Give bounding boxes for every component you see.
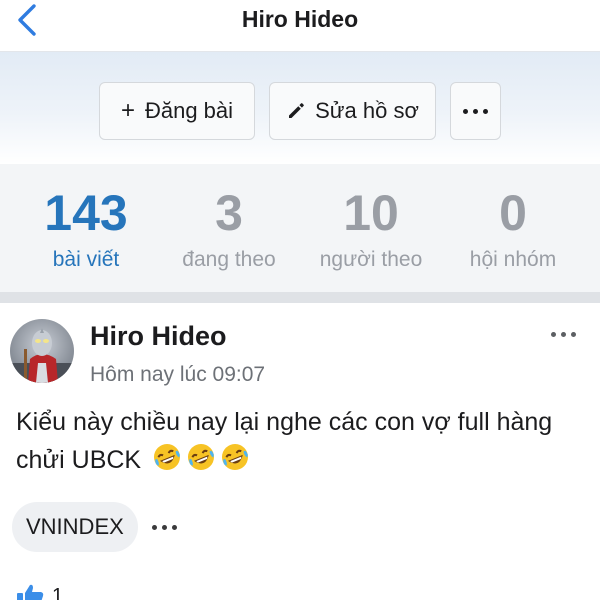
post-content: Kiểu này chiều nay lại nghe các con vợ f… (16, 403, 586, 483)
stat-label: hội nhóm (469, 248, 557, 271)
section-divider (0, 292, 600, 303)
profile-actions: + Đăng bài Sửa hồ sơ (0, 52, 600, 164)
rolling-on-floor-laughing-emoji (186, 442, 216, 483)
more-horizontal-icon (550, 331, 576, 337)
plus-icon: + (120, 97, 135, 124)
thumbs-up-icon[interactable] (16, 583, 44, 600)
avatar-image (10, 319, 74, 383)
post-options-button[interactable] (540, 325, 586, 343)
stat-following[interactable]: 3 đang theo (154, 184, 304, 272)
profile-stats: 143 bài viết 3 đang theo 10 người theo 0… (0, 164, 600, 292)
stat-followers[interactable]: 10 người theo (296, 184, 446, 272)
create-post-label: Đăng bài (144, 98, 234, 123)
more-horizontal-icon (463, 108, 488, 114)
stat-value: 10 (343, 185, 399, 241)
pencil-icon (289, 103, 305, 118)
tag-chip[interactable]: VNINDEX (12, 502, 138, 552)
stat-label: người theo (319, 248, 423, 271)
reaction-row: 1 (16, 583, 63, 600)
more-horizontal-icon (151, 524, 177, 530)
stat-value: 3 (215, 185, 243, 241)
post-author[interactable]: Hiro Hideo (90, 321, 227, 352)
page-title: Hiro Hideo (241, 6, 359, 32)
tag-more-button[interactable] (151, 524, 177, 530)
post-tags: VNINDEX (12, 502, 177, 552)
rolling-on-floor-laughing-emoji (152, 442, 182, 483)
rolling-on-floor-laughing-emoji (220, 442, 250, 483)
like-count: 1 (52, 585, 64, 600)
create-post-button[interactable]: + Đăng bài (99, 82, 255, 140)
edit-profile-button[interactable]: Sửa hồ sơ (269, 82, 436, 140)
post-card: Hiro Hideo Hôm nay lúc 09:07 Kiểu này ch… (0, 303, 600, 600)
post-text: Kiểu này chiều nay lại nghe các con vợ f… (16, 408, 553, 474)
stat-label: bài viết (52, 248, 120, 271)
stat-value: 0 (499, 185, 527, 241)
more-options-button[interactable] (450, 82, 501, 140)
stat-posts[interactable]: 143 bài viết (11, 184, 161, 272)
stat-label: đang theo (182, 248, 276, 271)
navigation-bar: Hiro Hideo (0, 0, 600, 52)
avatar[interactable] (10, 319, 74, 383)
post-timestamp: Hôm nay lúc 09:07 (90, 363, 266, 386)
stat-value: 143 (44, 185, 128, 241)
edit-profile-label: Sửa hồ sơ (315, 98, 419, 123)
stat-groups[interactable]: 0 hội nhóm (438, 184, 588, 272)
